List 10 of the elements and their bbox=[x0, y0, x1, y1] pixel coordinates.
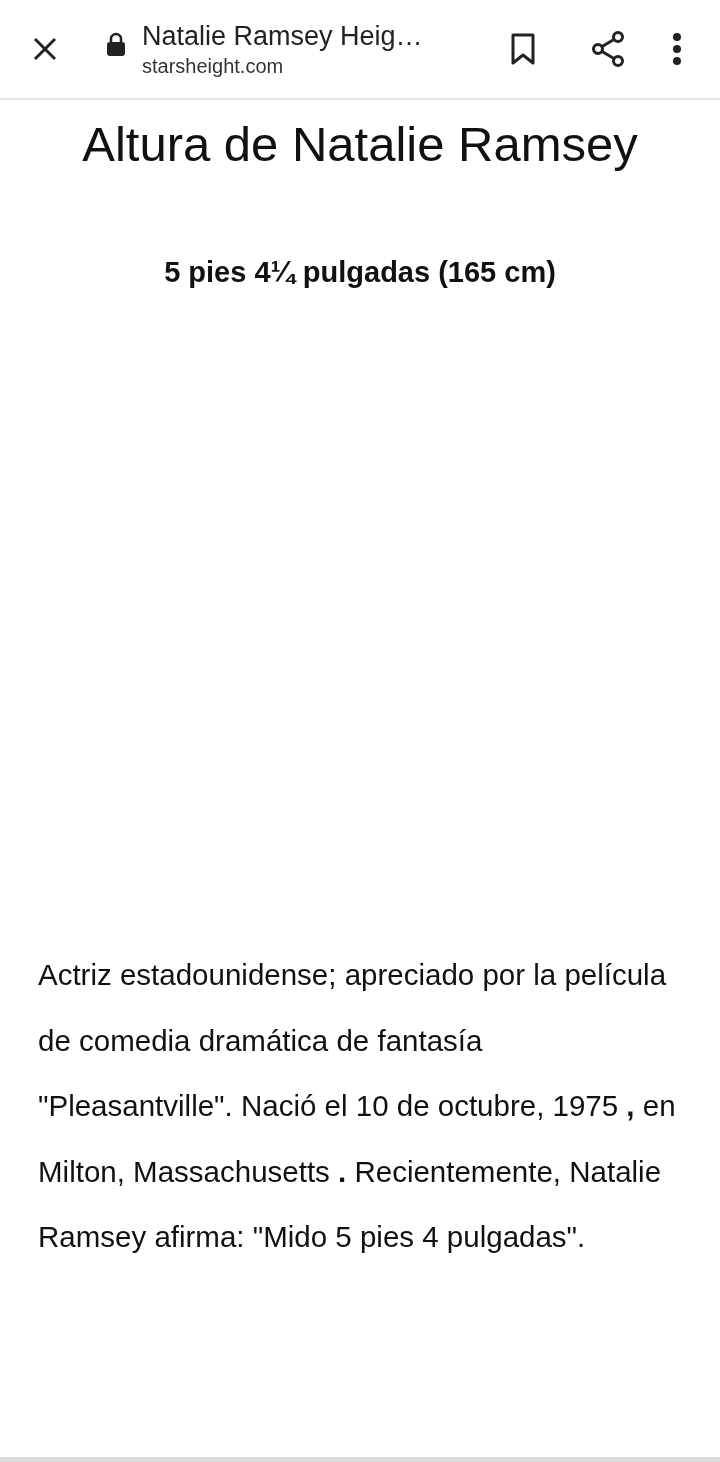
bookmark-icon[interactable] bbox=[510, 33, 536, 65]
lock-icon bbox=[106, 32, 126, 58]
close-icon[interactable] bbox=[32, 36, 58, 62]
article-heading: Altura de Natalie Ramsey bbox=[81, 116, 639, 173]
page-title: Natalie Ramsey Heig… bbox=[142, 20, 424, 53]
page-url: starsheight.com bbox=[142, 54, 285, 79]
share-icon[interactable] bbox=[590, 30, 626, 68]
height-value: 5 pies 4¼ pulgadas (165 cm) bbox=[163, 255, 557, 290]
article-paragraph: Actriz estadounidense; apreciado por la película de comedia dramática de fantasía "Pleasantville". Nació el 10 de octubre, 1975 , en Milton, Massachusetts . Recientemente, Natalie Ramsey afirma: "Mido 5 pies 4 pulgadas". bbox=[38, 957, 677, 1255]
more-icon[interactable] bbox=[672, 33, 682, 65]
